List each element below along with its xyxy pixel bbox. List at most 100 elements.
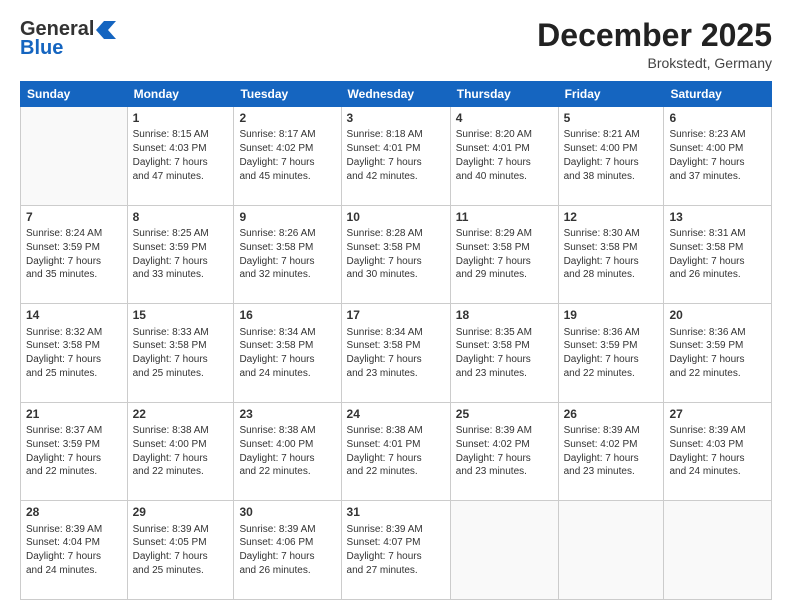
day-number: 19 [564, 307, 659, 323]
calendar-cell: 4 Sunrise: 8:20 AM Sunset: 4:01 PM Daylig… [450, 107, 558, 206]
day-number: 28 [26, 504, 122, 520]
calendar-cell: 17Sunrise: 8:34 AM Sunset: 3:58 PM Dayli… [341, 304, 450, 403]
day-number: 7 [26, 209, 122, 225]
day-number: 6 [669, 110, 766, 126]
day-number: 23 [239, 406, 335, 422]
calendar-cell: 25Sunrise: 8:39 AM Sunset: 4:02 PM Dayli… [450, 402, 558, 501]
calendar-cell [664, 501, 772, 600]
day-number: 16 [239, 307, 335, 323]
day-number: 17 [347, 307, 445, 323]
calendar-cell: 15Sunrise: 8:33 AM Sunset: 3:58 PM Dayli… [127, 304, 234, 403]
calendar-cell: 1 Sunrise: 8:15 AM Sunset: 4:03 PM Daylig… [127, 107, 234, 206]
header: General Blue December 2025 Brokstedt, Ge… [20, 18, 772, 71]
cell-content: Sunrise: 8:15 AM Sunset: 4:03 PM Dayligh… [133, 128, 229, 183]
calendar-cell [558, 501, 664, 600]
calendar-cell: 5Sunrise: 8:21 AM Sunset: 4:00 PM Daylig… [558, 107, 664, 206]
cell-content: Sunrise: 8:18 AM Sunset: 4:01 PM Dayligh… [347, 128, 445, 183]
day-number: 10 [347, 209, 445, 225]
cell-content: Sunrise: 8:17 AM Sunset: 4:02 PM Dayligh… [239, 128, 335, 183]
day-number: 3 [347, 110, 445, 126]
cell-content: Sunrise: 8:39 AM Sunset: 4:06 PM Dayligh… [239, 523, 335, 578]
day-number: 2 [239, 110, 335, 126]
cell-content: Sunrise: 8:39 AM Sunset: 4:04 PM Dayligh… [26, 523, 122, 578]
calendar-cell: 2 Sunrise: 8:17 AM Sunset: 4:02 PM Daylig… [234, 107, 341, 206]
page: General Blue December 2025 Brokstedt, Ge… [0, 0, 792, 612]
location: Brokstedt, Germany [537, 55, 772, 71]
day-number: 14 [26, 307, 122, 323]
col-monday: Monday [127, 82, 234, 107]
cell-content: Sunrise: 8:38 AM Sunset: 4:00 PM Dayligh… [133, 424, 229, 479]
calendar-cell: 9Sunrise: 8:26 AM Sunset: 3:58 PM Daylig… [234, 205, 341, 304]
col-tuesday: Tuesday [234, 82, 341, 107]
cell-content: Sunrise: 8:29 AM Sunset: 3:58 PM Dayligh… [456, 227, 553, 282]
calendar-cell: 13Sunrise: 8:31 AM Sunset: 3:58 PM Dayli… [664, 205, 772, 304]
calendar-table: Sunday Monday Tuesday Wednesday Thursday… [20, 81, 772, 600]
logo-blue: Blue [20, 37, 63, 60]
day-number: 15 [133, 307, 229, 323]
week-row-4: 21Sunrise: 8:37 AM Sunset: 3:59 PM Dayli… [21, 402, 772, 501]
cell-content: Sunrise: 8:30 AM Sunset: 3:58 PM Dayligh… [564, 227, 659, 282]
cell-content: Sunrise: 8:35 AM Sunset: 3:58 PM Dayligh… [456, 326, 553, 381]
week-row-1: 1 Sunrise: 8:15 AM Sunset: 4:03 PM Daylig… [21, 107, 772, 206]
col-thursday: Thursday [450, 82, 558, 107]
day-number: 18 [456, 307, 553, 323]
calendar-header: Sunday Monday Tuesday Wednesday Thursday… [21, 82, 772, 107]
calendar-cell: 6Sunrise: 8:23 AM Sunset: 4:00 PM Daylig… [664, 107, 772, 206]
cell-content: Sunrise: 8:38 AM Sunset: 4:01 PM Dayligh… [347, 424, 445, 479]
cell-content: Sunrise: 8:26 AM Sunset: 3:58 PM Dayligh… [239, 227, 335, 282]
calendar-body: 1 Sunrise: 8:15 AM Sunset: 4:03 PM Daylig… [21, 107, 772, 600]
calendar-cell: 22 Sunrise: 8:38 AM Sunset: 4:00 PM Dayli… [127, 402, 234, 501]
calendar-cell: 8 Sunrise: 8:25 AM Sunset: 3:59 PM Daylig… [127, 205, 234, 304]
day-number: 25 [456, 406, 553, 422]
cell-content: Sunrise: 8:31 AM Sunset: 3:58 PM Dayligh… [669, 227, 766, 282]
calendar-cell: 11Sunrise: 8:29 AM Sunset: 3:58 PM Dayli… [450, 205, 558, 304]
day-number: 30 [239, 504, 335, 520]
calendar-cell: 12 Sunrise: 8:30 AM Sunset: 3:58 PM Dayli… [558, 205, 664, 304]
day-number: 5 [564, 110, 659, 126]
day-number: 20 [669, 307, 766, 323]
calendar-cell: 14Sunrise: 8:32 AM Sunset: 3:58 PM Dayli… [21, 304, 128, 403]
header-row: Sunday Monday Tuesday Wednesday Thursday… [21, 82, 772, 107]
week-row-3: 14Sunrise: 8:32 AM Sunset: 3:58 PM Dayli… [21, 304, 772, 403]
cell-content: Sunrise: 8:37 AM Sunset: 3:59 PM Dayligh… [26, 424, 122, 479]
calendar-cell: 10 Sunrise: 8:28 AM Sunset: 3:58 PM Dayli… [341, 205, 450, 304]
col-sunday: Sunday [21, 82, 128, 107]
week-row-5: 28 Sunrise: 8:39 AM Sunset: 4:04 PM Dayli… [21, 501, 772, 600]
cell-content: Sunrise: 8:20 AM Sunset: 4:01 PM Dayligh… [456, 128, 553, 183]
calendar-cell: 30 Sunrise: 8:39 AM Sunset: 4:06 PM Dayli… [234, 501, 341, 600]
cell-content: Sunrise: 8:36 AM Sunset: 3:59 PM Dayligh… [669, 326, 766, 381]
cell-content: Sunrise: 8:28 AM Sunset: 3:58 PM Dayligh… [347, 227, 445, 282]
calendar-cell: 19 Sunrise: 8:36 AM Sunset: 3:59 PM Dayli… [558, 304, 664, 403]
calendar-cell: 3 Sunrise: 8:18 AM Sunset: 4:01 PM Daylig… [341, 107, 450, 206]
month-title: December 2025 [537, 18, 772, 53]
calendar-cell [450, 501, 558, 600]
logo: General Blue [20, 18, 118, 60]
cell-content: Sunrise: 8:39 AM Sunset: 4:02 PM Dayligh… [564, 424, 659, 479]
day-number: 12 [564, 209, 659, 225]
day-number: 24 [347, 406, 445, 422]
cell-content: Sunrise: 8:34 AM Sunset: 3:58 PM Dayligh… [239, 326, 335, 381]
day-number: 4 [456, 110, 553, 126]
day-number: 8 [133, 209, 229, 225]
day-number: 31 [347, 504, 445, 520]
calendar-cell: 27Sunrise: 8:39 AM Sunset: 4:03 PM Dayli… [664, 402, 772, 501]
calendar-cell: 31Sunrise: 8:39 AM Sunset: 4:07 PM Dayli… [341, 501, 450, 600]
day-number: 1 [133, 110, 229, 126]
calendar-cell: 26Sunrise: 8:39 AM Sunset: 4:02 PM Dayli… [558, 402, 664, 501]
calendar-cell: 29 Sunrise: 8:39 AM Sunset: 4:05 PM Dayli… [127, 501, 234, 600]
day-number: 22 [133, 406, 229, 422]
week-row-2: 7Sunrise: 8:24 AM Sunset: 3:59 PM Daylig… [21, 205, 772, 304]
logo-flag-icon [96, 19, 118, 41]
cell-content: Sunrise: 8:36 AM Sunset: 3:59 PM Dayligh… [564, 326, 659, 381]
calendar-cell: 20 Sunrise: 8:36 AM Sunset: 3:59 PM Dayli… [664, 304, 772, 403]
calendar-cell: 23 Sunrise: 8:38 AM Sunset: 4:00 PM Dayli… [234, 402, 341, 501]
cell-content: Sunrise: 8:39 AM Sunset: 4:03 PM Dayligh… [669, 424, 766, 479]
cell-content: Sunrise: 8:25 AM Sunset: 3:59 PM Dayligh… [133, 227, 229, 282]
calendar-cell: 21Sunrise: 8:37 AM Sunset: 3:59 PM Dayli… [21, 402, 128, 501]
col-friday: Friday [558, 82, 664, 107]
cell-content: Sunrise: 8:38 AM Sunset: 4:00 PM Dayligh… [239, 424, 335, 479]
calendar-cell: 16 Sunrise: 8:34 AM Sunset: 3:58 PM Dayli… [234, 304, 341, 403]
calendar-cell: 7Sunrise: 8:24 AM Sunset: 3:59 PM Daylig… [21, 205, 128, 304]
day-number: 29 [133, 504, 229, 520]
cell-content: Sunrise: 8:39 AM Sunset: 4:05 PM Dayligh… [133, 523, 229, 578]
